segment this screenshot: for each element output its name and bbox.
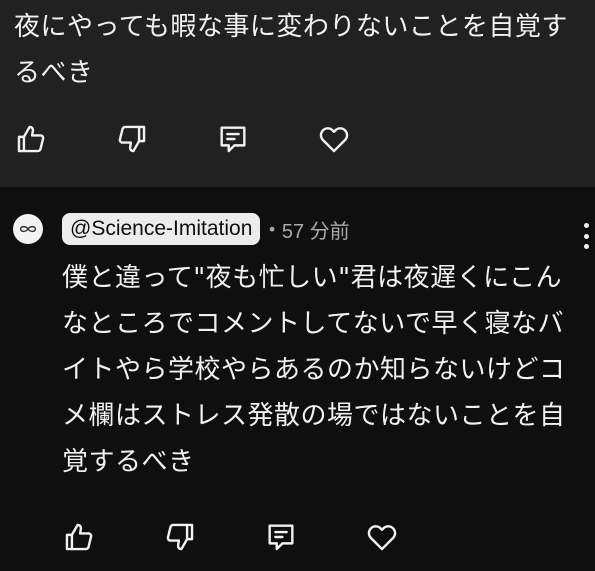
- comment-text: 夜にやっても暇な事に変わりないことを自覚するべき: [14, 12, 568, 88]
- author-handle[interactable]: @Science-Imitation: [62, 213, 261, 245]
- previous-comment: 夜にやっても暇な事に変わりないことを自覚するべき: [0, 0, 595, 187]
- thumbs-down-icon: [166, 523, 194, 551]
- heart-icon: [319, 127, 349, 153]
- comment: @Science-Imitation • 57 分前 僕と違って"夜も忙しい"君…: [0, 187, 595, 571]
- thumbs-up-icon: [65, 523, 93, 551]
- comment-actions: [12, 120, 353, 158]
- like-button[interactable]: [12, 120, 50, 158]
- thumbs-up-icon: [17, 125, 45, 153]
- more-vertical-icon: [583, 223, 589, 228]
- comment-icon: [220, 126, 246, 153]
- avatar[interactable]: [13, 214, 43, 244]
- reply-button[interactable]: [262, 518, 300, 556]
- more-vertical-icon: [583, 244, 589, 249]
- heart-button[interactable]: [363, 518, 401, 556]
- reply-button[interactable]: [214, 120, 252, 158]
- heart-button[interactable]: [315, 120, 353, 158]
- more-options-button[interactable]: [579, 220, 593, 252]
- infinity-icon: [19, 225, 37, 233]
- comment-text: 僕と違って"夜も忙しい"君は夜遅くにこんなところでコメントしてないで早く寝なバイ…: [62, 263, 566, 477]
- dislike-button[interactable]: [113, 120, 151, 158]
- separator: •: [267, 219, 277, 239]
- thumbs-down-icon: [118, 125, 146, 153]
- comment-header: @Science-Imitation • 57 分前: [62, 212, 350, 246]
- dislike-button[interactable]: [161, 518, 199, 556]
- more-vertical-icon: [583, 233, 589, 239]
- timestamp: 57 分前: [281, 220, 350, 243]
- comment-actions: [60, 518, 401, 556]
- heart-icon: [367, 525, 397, 551]
- like-button[interactable]: [60, 518, 98, 556]
- comment-icon: [268, 524, 294, 551]
